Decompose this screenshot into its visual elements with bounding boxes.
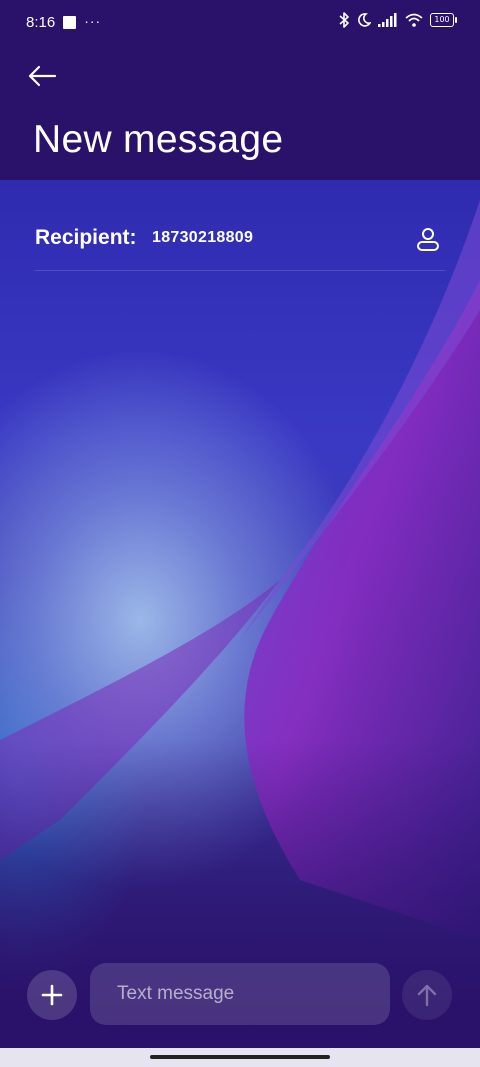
- battery-icon: 100: [430, 13, 457, 27]
- add-attachment-button[interactable]: [27, 970, 77, 1020]
- status-bar: 8:16 ··· 100: [0, 0, 480, 48]
- recipient-row: Recipient: 18730218809: [35, 222, 445, 271]
- status-right: 100: [339, 12, 457, 28]
- wifi-icon: [405, 13, 423, 27]
- app-square-icon: [63, 16, 77, 29]
- battery-level: 100: [434, 15, 450, 24]
- arrow-left-icon: [28, 65, 57, 87]
- send-button[interactable]: [402, 970, 452, 1020]
- screen: 8:16 ··· 100 New message Recipient: 1873…: [0, 0, 480, 1067]
- page-title: New message: [33, 118, 284, 161]
- message-input[interactable]: [90, 963, 390, 1025]
- signal-icon: [378, 13, 397, 27]
- plus-icon: [41, 984, 63, 1006]
- back-button[interactable]: [22, 58, 62, 94]
- moon-icon: [358, 13, 371, 27]
- navigation-bar: [0, 1048, 480, 1067]
- recipient-input[interactable]: 18730218809: [152, 229, 253, 247]
- bluetooth-icon: [339, 12, 349, 28]
- arrow-up-icon: [417, 984, 437, 1007]
- recipient-label: Recipient:: [35, 226, 137, 249]
- wallpaper-wave: [0, 200, 480, 1048]
- more-notifications-indicator: ···: [84, 12, 102, 29]
- status-left: 8:16 ···: [26, 12, 102, 32]
- wallpaper: [0, 180, 480, 1048]
- status-time: 8:16: [26, 14, 56, 31]
- contact-person-icon: [417, 228, 439, 251]
- contact-picker-button[interactable]: [411, 222, 445, 256]
- home-indicator[interactable]: [150, 1055, 330, 1059]
